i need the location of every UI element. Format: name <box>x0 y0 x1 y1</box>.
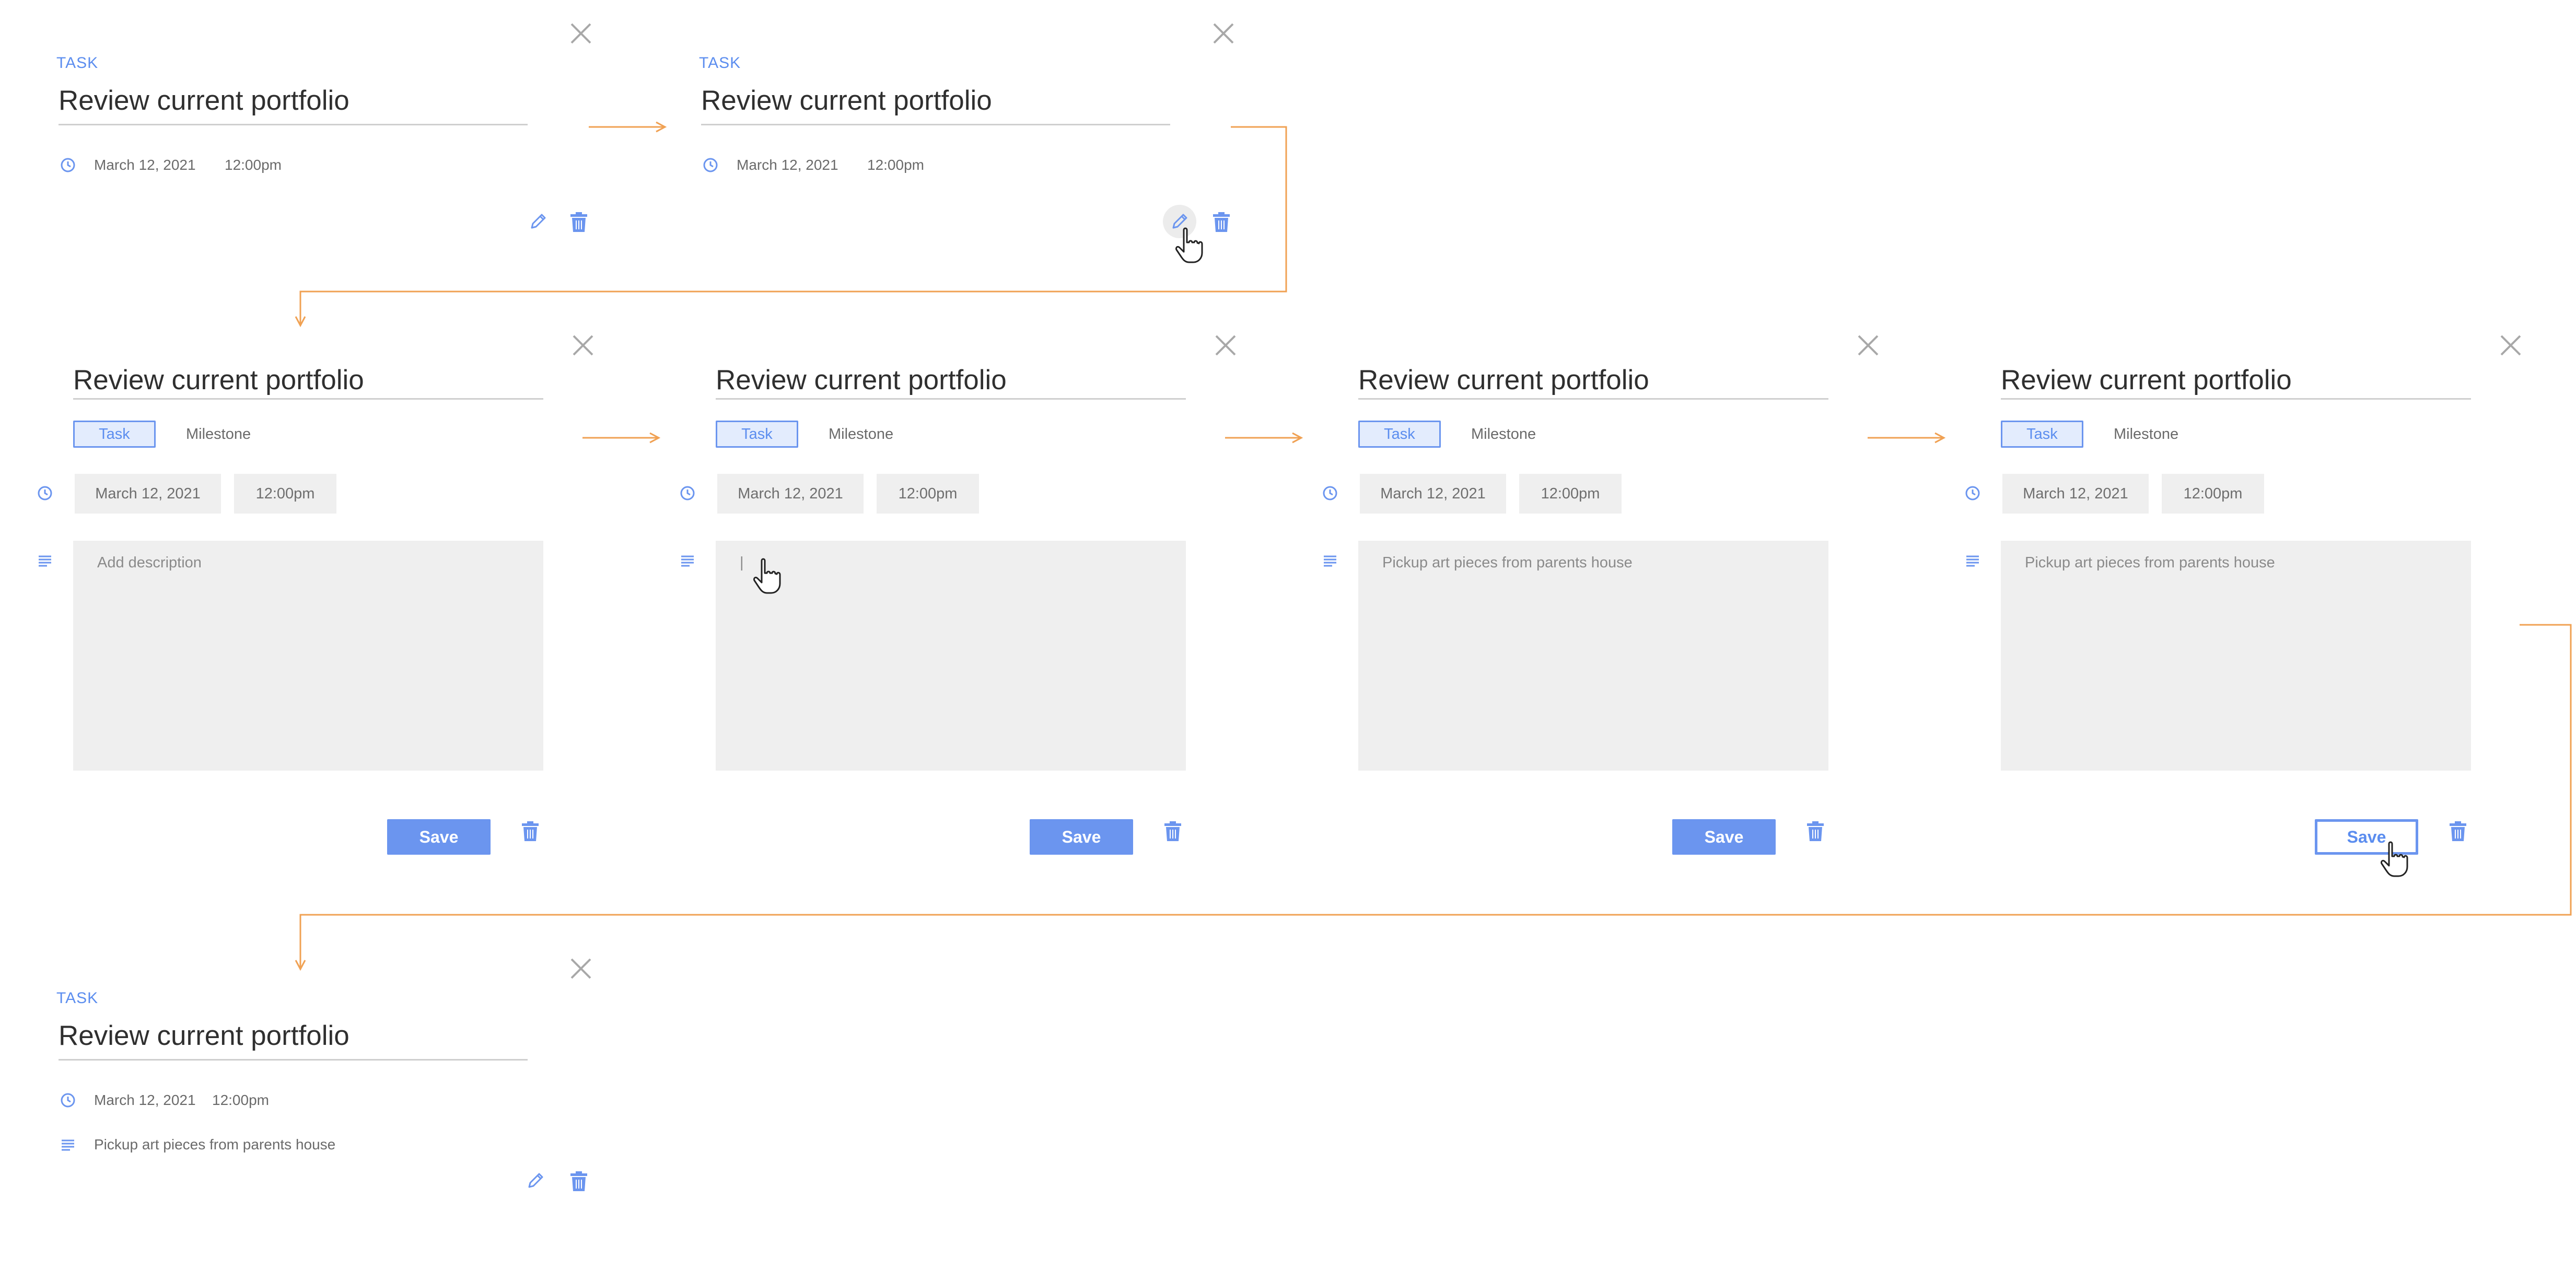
close-icon <box>573 335 593 356</box>
title-divider <box>2001 398 2471 400</box>
title-divider <box>701 124 1170 125</box>
task-title: Review current portfolio <box>59 1020 349 1051</box>
description-input[interactable]: | <box>716 541 1186 771</box>
date-field[interactable]: March 12, 2021 <box>75 474 221 514</box>
description-lines-icon <box>681 555 694 567</box>
title-divider <box>1358 398 1828 400</box>
description-input[interactable]: Pickup art pieces from parents house <box>1358 541 1828 771</box>
close-icon <box>1858 335 1879 356</box>
pencil-icon[interactable] <box>525 1170 546 1191</box>
close-icon <box>2500 335 2521 356</box>
trash-icon[interactable] <box>568 1169 589 1192</box>
task-title-input[interactable]: Review current portfolio <box>2001 364 2292 396</box>
type-milestone-toggle[interactable]: Milestone <box>1471 426 1536 443</box>
task-date: March 12, 2021 <box>94 1092 196 1108</box>
trash-icon[interactable] <box>1162 819 1183 842</box>
task-title-input[interactable]: Review current portfolio <box>716 364 1007 396</box>
date-field[interactable]: March 12, 2021 <box>1360 474 1506 514</box>
trash-icon[interactable] <box>2447 819 2468 842</box>
task-title-input[interactable]: Review current portfolio <box>73 364 364 396</box>
task-kind-label: TASK <box>699 54 741 72</box>
hand-pointer-cursor-icon <box>753 558 781 594</box>
task-edit-form-filled: Review current portfolio Task Milestone … <box>1316 327 1917 855</box>
close-icon <box>570 958 591 979</box>
title-divider <box>59 124 528 125</box>
time-field[interactable]: 12:00pm <box>2162 474 2264 514</box>
task-title: Review current portfolio <box>701 85 992 116</box>
clock-icon <box>61 158 75 172</box>
description-lines-icon <box>62 1139 74 1151</box>
type-milestone-toggle[interactable]: Milestone <box>186 426 251 443</box>
title-divider <box>73 398 543 400</box>
close-button[interactable] <box>1214 334 1237 357</box>
clock-icon <box>703 158 718 172</box>
date-field[interactable]: March 12, 2021 <box>2002 474 2149 514</box>
trash-icon[interactable] <box>1805 819 1826 842</box>
task-kind-label: TASK <box>56 989 99 1007</box>
type-milestone-toggle[interactable]: Milestone <box>829 426 893 443</box>
title-divider <box>716 398 1186 400</box>
task-kind-label: TASK <box>56 54 99 72</box>
close-icon <box>1213 23 1234 44</box>
close-button[interactable] <box>2499 334 2522 357</box>
pencil-icon[interactable] <box>528 211 549 232</box>
save-button[interactable]: Save <box>387 819 491 855</box>
task-card-saved: TASK Review current portfolio March 12, … <box>52 951 653 1243</box>
task-description: Pickup art pieces from parents house <box>94 1136 336 1152</box>
task-card-view: TASK Review current portfolio March 12, … <box>52 16 653 308</box>
hand-pointer-cursor-icon <box>2381 841 2408 877</box>
description-lines-icon <box>1324 555 1336 567</box>
time-field[interactable]: 12:00pm <box>234 474 336 514</box>
close-button[interactable] <box>1212 22 1235 45</box>
trash-icon[interactable] <box>1211 210 1232 233</box>
description-input[interactable]: Add description <box>73 541 543 771</box>
clock-icon <box>1323 486 1337 500</box>
type-milestone-toggle[interactable]: Milestone <box>2114 426 2178 443</box>
task-date: March 12, 2021 <box>94 157 196 173</box>
date-field[interactable]: March 12, 2021 <box>717 474 864 514</box>
task-time: 12:00pm <box>225 157 282 173</box>
time-field[interactable]: 12:00pm <box>877 474 979 514</box>
task-edit-form-typing: Review current portfolio Task Milestone … <box>674 327 1275 855</box>
close-button[interactable] <box>569 22 592 45</box>
description-input[interactable]: Pickup art pieces from parents house <box>2001 541 2471 771</box>
type-task-toggle[interactable]: Task <box>1358 421 1441 448</box>
clock-icon <box>680 486 695 500</box>
close-button[interactable] <box>572 334 595 357</box>
clock-icon <box>1965 486 1980 500</box>
close-icon <box>570 23 591 44</box>
save-button[interactable]: Save <box>1672 819 1776 855</box>
type-task-toggle[interactable]: Task <box>2001 421 2083 448</box>
task-edit-form-save-hover: Review current portfolio Task Milestone … <box>1959 327 2560 877</box>
hand-pointer-cursor-icon <box>1175 227 1203 263</box>
clock-icon <box>38 486 52 500</box>
description-lines-icon <box>1966 555 1979 567</box>
trash-icon[interactable] <box>520 819 541 842</box>
clock-icon <box>61 1093 75 1108</box>
task-time: 12:00pm <box>212 1092 269 1108</box>
task-title: Review current portfolio <box>59 85 349 116</box>
task-edit-form-empty: Review current portfolio Task Milestone … <box>31 327 632 855</box>
description-lines-icon <box>39 555 51 567</box>
trash-icon[interactable] <box>568 210 589 233</box>
task-card-view-hover-edit: TASK Review current portfolio March 12, … <box>695 16 1296 308</box>
close-icon <box>1215 335 1236 356</box>
task-time: 12:00pm <box>867 157 924 173</box>
title-divider <box>59 1059 528 1061</box>
type-task-toggle[interactable]: Task <box>73 421 156 448</box>
close-button[interactable] <box>1857 334 1880 357</box>
save-button[interactable]: Save <box>1030 819 1133 855</box>
task-title-input[interactable]: Review current portfolio <box>1358 364 1649 396</box>
type-task-toggle[interactable]: Task <box>716 421 798 448</box>
close-button[interactable] <box>569 957 592 980</box>
task-date: March 12, 2021 <box>737 157 838 173</box>
time-field[interactable]: 12:00pm <box>1519 474 1622 514</box>
